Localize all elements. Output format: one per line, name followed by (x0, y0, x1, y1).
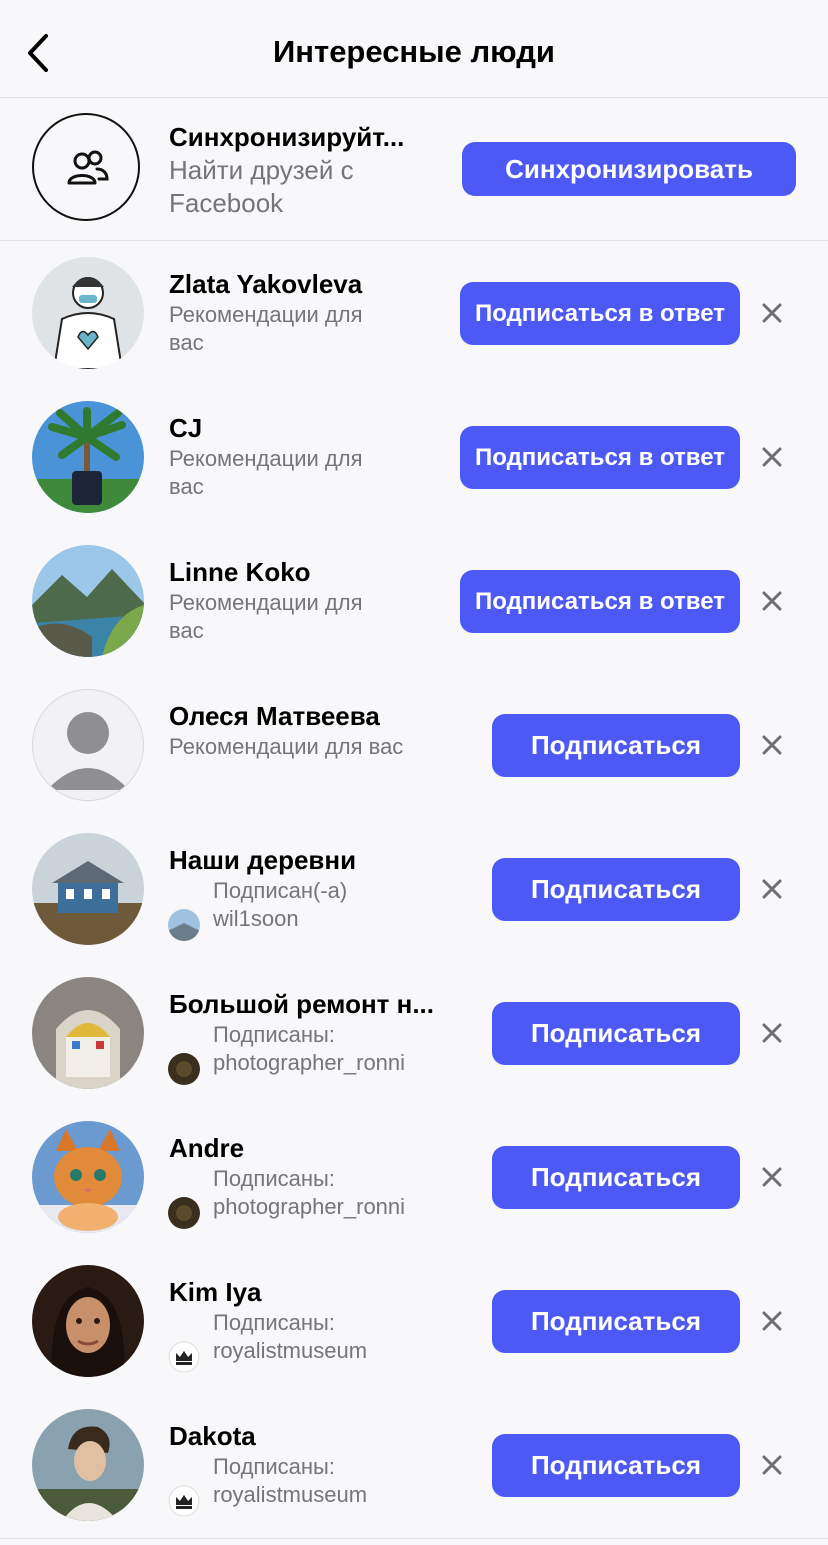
close-icon[interactable] (760, 301, 784, 325)
avatar[interactable] (32, 257, 144, 369)
mutual-avatar (168, 1053, 200, 1085)
follow-button[interactable]: Подписаться (492, 1002, 740, 1065)
avatar[interactable] (32, 1121, 144, 1233)
default-avatar[interactable] (32, 689, 144, 801)
list-item: Andre Подписаны: photographer_ronni Подп… (0, 1105, 828, 1249)
list-item: Наши деревни Подписан(-а) wil1soon Подпи… (0, 817, 828, 961)
follow-back-button[interactable]: Подписаться в ответ (460, 570, 740, 633)
mutual-followers-text: Подписаны: royalistmuseum (213, 1310, 368, 1363)
top-bar: Интересные люди (0, 0, 828, 98)
page-title: Интересные люди (273, 34, 555, 69)
close-icon[interactable] (760, 589, 784, 613)
person-name[interactable]: Наши деревни (169, 845, 459, 876)
avatar[interactable] (32, 401, 144, 513)
sync-title: Синхронизируйт... (169, 122, 405, 152)
people-icon (67, 150, 109, 185)
list-item: Zlata Yakovleva Рекомендации для вас Под… (0, 241, 828, 385)
mutual-followers-text: Подписаны: photographer_ronni (213, 1166, 406, 1219)
list-item: Kim Iya Подписаны: royalistmuseum Подпис… (0, 1249, 828, 1393)
bottom-divider (0, 1538, 828, 1539)
close-icon[interactable] (760, 1021, 784, 1045)
close-icon[interactable] (760, 445, 784, 469)
avatar[interactable] (32, 833, 144, 945)
list-item: Олеся Матвеева Рекомендации для вас Подп… (0, 673, 828, 817)
avatar[interactable] (32, 545, 144, 657)
avatar[interactable] (32, 1409, 144, 1521)
close-icon[interactable] (760, 1165, 784, 1189)
person-name[interactable]: Dakota (169, 1421, 459, 1452)
close-icon[interactable] (760, 1453, 784, 1477)
list-item: CJ Рекомендации для вас Подписаться в от… (0, 385, 828, 529)
person-subtitle: Рекомендации для вас (169, 302, 363, 355)
sync-avatar (32, 113, 140, 221)
person-name[interactable]: Олеся Матвеева (169, 701, 459, 732)
mutual-avatar (168, 1197, 200, 1229)
follow-button[interactable]: Подписаться (492, 714, 740, 777)
follow-back-button[interactable]: Подписаться в ответ (460, 282, 740, 345)
close-icon[interactable] (760, 733, 784, 757)
follow-back-button[interactable]: Подписаться в ответ (460, 426, 740, 489)
person-name[interactable]: CJ (169, 413, 459, 444)
close-icon[interactable] (760, 1309, 784, 1333)
list-item: Dakota Подписаны: royalistmuseum Подписа… (0, 1393, 828, 1537)
follow-button[interactable]: Подписаться (492, 1146, 740, 1209)
person-subtitle: Рекомендации для вас (169, 734, 404, 759)
person-subtitle: Рекомендации для вас (169, 446, 363, 499)
mutual-followers-text: Подписан(-а) wil1soon (213, 878, 348, 931)
person-subtitle: Рекомендации для вас (169, 590, 363, 643)
sync-subtitle: Найти друзей с Facebook (169, 155, 354, 218)
sync-contacts-row: Синхронизируйт... Найти друзей с Faceboo… (0, 98, 828, 241)
list-item: Большой ремонт н... Подписаны: photograp… (0, 961, 828, 1105)
person-name[interactable]: Большой ремонт н... (169, 989, 459, 1020)
follow-button[interactable]: Подписаться (492, 858, 740, 921)
person-name[interactable]: Andre (169, 1133, 459, 1164)
mutual-avatar (168, 1341, 200, 1373)
list-item: Linne Koko Рекомендации для вас Подписат… (0, 529, 828, 673)
avatar[interactable] (32, 977, 144, 1089)
sync-button[interactable]: Синхронизировать (462, 142, 796, 196)
avatar[interactable] (32, 1265, 144, 1377)
follow-button[interactable]: Подписаться (492, 1290, 740, 1353)
mutual-followers-text: Подписаны: photographer_ronni (213, 1022, 406, 1075)
mutual-avatar (168, 909, 200, 941)
close-icon[interactable] (760, 877, 784, 901)
person-name[interactable]: Kim Iya (169, 1277, 459, 1308)
person-name[interactable]: Zlata Yakovleva (169, 269, 459, 300)
person-name[interactable]: Linne Koko (169, 557, 459, 588)
mutual-avatar (168, 1485, 200, 1517)
follow-button[interactable]: Подписаться (492, 1434, 740, 1497)
mutual-followers-text: Подписаны: royalistmuseum (213, 1454, 368, 1507)
